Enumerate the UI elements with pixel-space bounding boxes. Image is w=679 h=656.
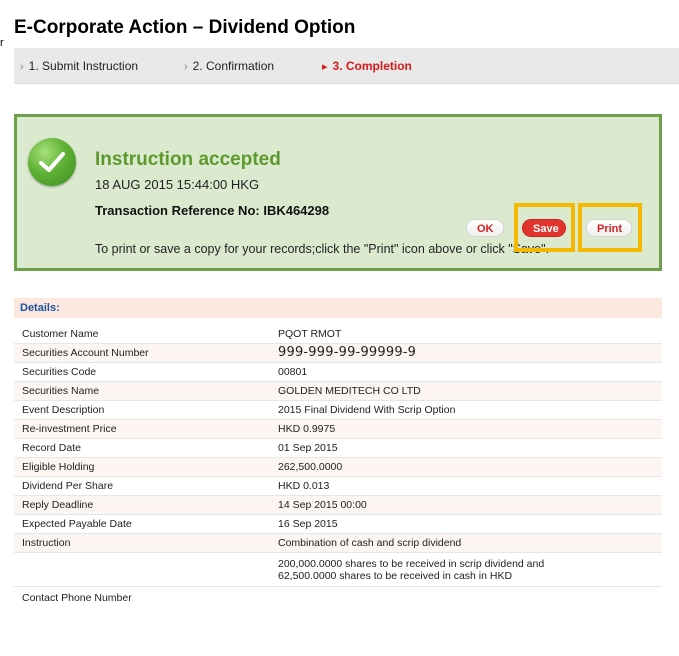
- details-value: HKD 0.9975: [278, 423, 336, 435]
- details-value: GOLDEN MEDITECH CO LTD: [278, 385, 421, 397]
- details-value: 200,000.0000 shares to be received in sc…: [278, 558, 544, 582]
- details-row: Record Date 01 Sep 2015: [14, 439, 662, 458]
- details-value: HKD 0.013: [278, 480, 330, 492]
- instruction-accepted-panel: Instruction accepted 18 AUG 2015 15:44:0…: [14, 114, 662, 271]
- stray-character: r: [0, 37, 4, 49]
- chevron-right-icon: ›: [20, 61, 24, 73]
- details-value: 999-999-99-99999-9: [278, 345, 417, 360]
- check-circle-icon: [28, 138, 76, 186]
- details-value: PQOT RMOT: [278, 328, 342, 340]
- details-value-line: 200,000.0000 shares to be received in sc…: [278, 558, 545, 570]
- details-label: Dividend Per Share: [22, 480, 114, 492]
- details-value: 00801: [278, 366, 308, 378]
- details-label: Instruction: [22, 537, 71, 549]
- page-title: E-Corporate Action – Dividend Option: [14, 17, 356, 38]
- details-label: Customer Name: [22, 328, 99, 340]
- step-label: 3. Completion: [332, 59, 412, 73]
- details-row: Reply Deadline 14 Sep 2015 00:00: [14, 496, 662, 515]
- details-label: Securities Name: [22, 385, 100, 397]
- step-label: 1. Submit Instruction: [28, 59, 139, 73]
- details-row: Eligible Holding 262,500.0000: [14, 458, 662, 477]
- accepted-timestamp: 18 AUG 2015 15:44:00 HKG: [95, 177, 260, 192]
- chevron-right-icon: ›: [184, 61, 188, 73]
- details-row: Securities Name GOLDEN MEDITECH CO LTD: [14, 382, 662, 401]
- details-label: Securities Code: [22, 366, 97, 378]
- details-row: Contact Phone Number: [14, 589, 662, 608]
- details-label: Reply Deadline: [22, 499, 94, 511]
- save-button-highlight: [514, 203, 575, 252]
- details-value: 14 Sep 2015 00:00: [278, 499, 367, 511]
- details-header: Details:: [14, 298, 662, 318]
- details-row: Customer Name PQOT RMOT: [14, 325, 662, 344]
- details-value: Combination of cash and scrip dividend: [278, 537, 462, 549]
- details-row: Dividend Per Share HKD 0.013: [14, 477, 662, 496]
- details-value-line: 62,500.0000 shares to be received in cas…: [278, 570, 513, 582]
- details-row: Instruction Combination of cash and scri…: [14, 534, 662, 553]
- ok-button[interactable]: OK: [466, 219, 504, 237]
- transaction-reference: Transaction Reference No: IBK464298: [95, 203, 330, 218]
- accepted-title: Instruction accepted: [95, 149, 281, 170]
- details-label: Event Description: [22, 404, 105, 416]
- details-row: Re-investment Price HKD 0.9975: [14, 420, 662, 439]
- details-row: Event Description 2015 Final Dividend Wi…: [14, 401, 662, 420]
- step-submit-instruction: › 1. Submit Instruction: [20, 59, 138, 73]
- step-completion: ▸ 3. Completion: [322, 59, 412, 73]
- triangle-right-icon: ▸: [322, 61, 328, 73]
- details-label: Record Date: [22, 442, 81, 454]
- step-label: 2. Confirmation: [192, 59, 275, 73]
- step-confirmation: › 2. Confirmation: [184, 59, 274, 73]
- records-message: To print or save a copy for your records…: [95, 242, 550, 256]
- details-label: Expected Payable Date: [22, 518, 132, 530]
- details-value: 262,500.0000: [278, 461, 343, 473]
- step-progress-bar: › 1. Submit Instruction › 2. Confirmation …: [14, 48, 679, 84]
- details-row: Securities Code 00801: [14, 363, 662, 382]
- details-value: 01 Sep 2015: [278, 442, 338, 454]
- details-label: Re-investment Price: [22, 423, 117, 435]
- details-value: 16 Sep 2015: [278, 518, 338, 530]
- details-label: Securities Account Number: [22, 347, 149, 359]
- details-label: Eligible Holding: [22, 461, 95, 473]
- print-button-highlight: [578, 203, 642, 252]
- details-value: 2015 Final Dividend With Scrip Option: [278, 404, 456, 416]
- details-row: Securities Account Number 999-999-99-999…: [14, 344, 662, 363]
- details-row: Expected Payable Date 16 Sep 2015: [14, 515, 662, 534]
- details-label: Contact Phone Number: [22, 592, 132, 604]
- details-row: 200,000.0000 shares to be received in sc…: [14, 553, 662, 587]
